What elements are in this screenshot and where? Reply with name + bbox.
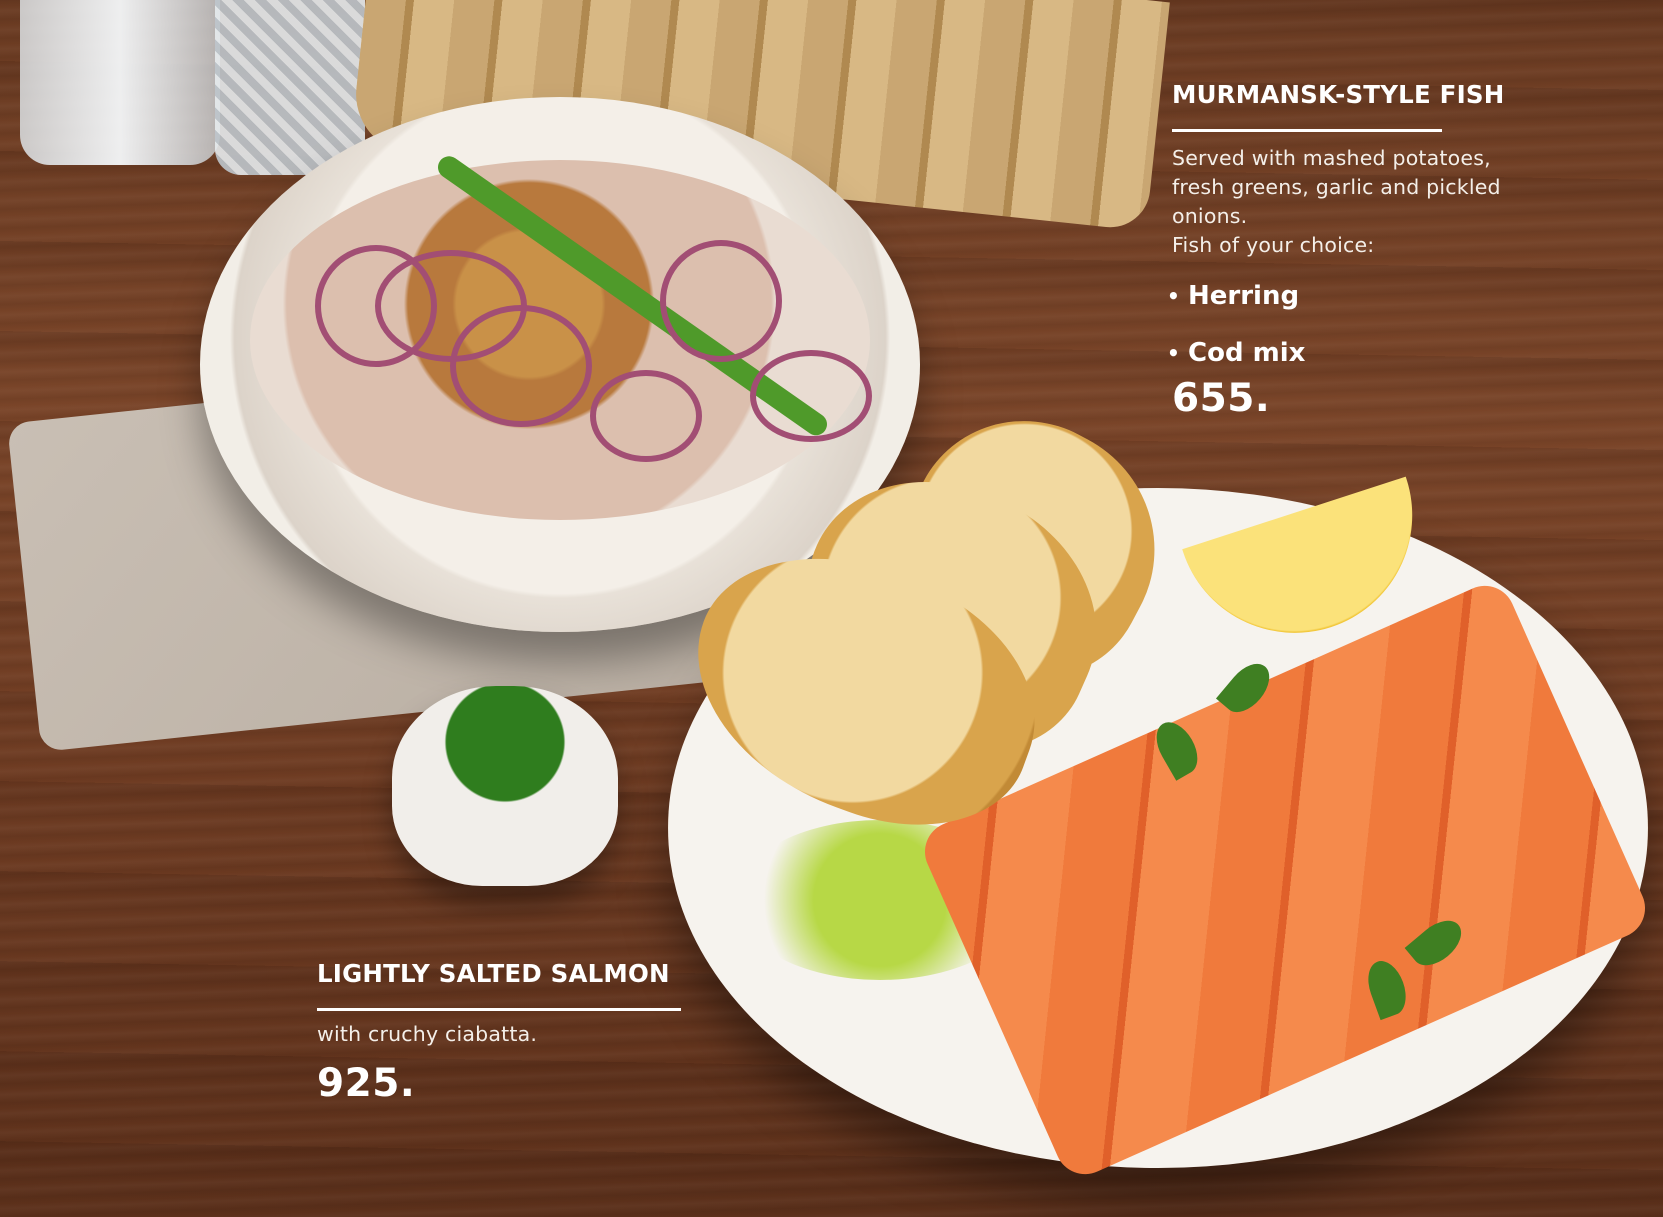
onion-ring: [450, 305, 592, 427]
title-divider: [1172, 129, 1442, 132]
onion-ring: [660, 240, 782, 362]
cut-glass: [215, 0, 365, 175]
water-glass: [20, 0, 220, 165]
dish-murmansk-style-fish: MURMANSK-STYLE FISH Served with mashed p…: [1167, 80, 1532, 421]
fish-option-herring: Herring: [1167, 281, 1532, 312]
dish-description: with cruchy ciabatta.: [317, 1022, 538, 1046]
onion-ring: [750, 350, 872, 442]
title-divider: [317, 1008, 681, 1011]
onion-ring: [590, 370, 702, 462]
dish-title: LIGHTLY SALTED SALMON: [317, 959, 670, 988]
dish-lightly-salted-salmon: LIGHTLY SALTED SALMON with cruchy ciabat…: [317, 958, 687, 1106]
dish-price: 925.: [317, 1061, 416, 1106]
fish-options-list: Herring Cod mix: [1167, 281, 1532, 369]
scallion-ramekin: [392, 686, 618, 886]
fish-option-cod-mix: Cod mix: [1167, 338, 1532, 369]
dish-description: Served with mashed potatoes, fresh green…: [1172, 146, 1501, 257]
dish-title: MURMANSK-STYLE FISH: [1172, 80, 1505, 109]
dish-price: 655.: [1172, 376, 1271, 421]
